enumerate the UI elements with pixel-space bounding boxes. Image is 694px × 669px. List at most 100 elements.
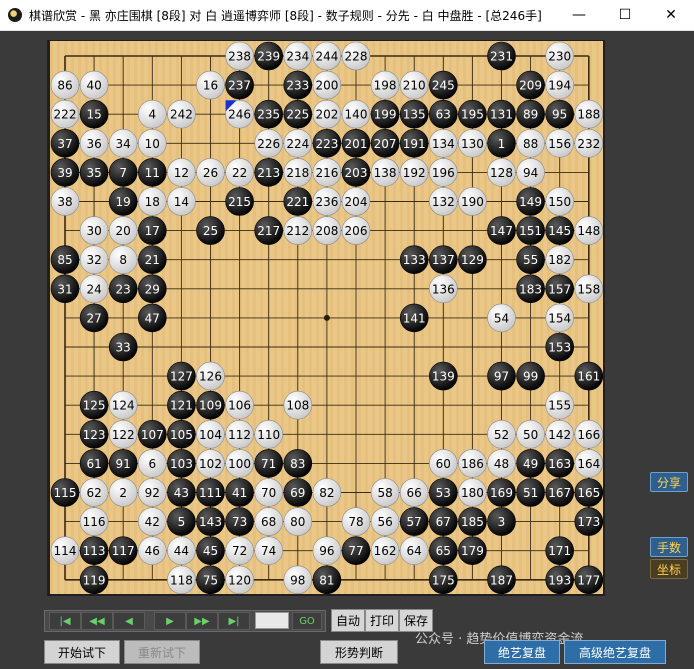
white-stone: 60 <box>428 449 458 478</box>
white-stone: 58 <box>370 478 400 507</box>
move-number-toggle[interactable]: 手数 <box>650 537 688 557</box>
move-number-label: 12 <box>174 166 189 180</box>
move-number-label: 196 <box>432 166 455 180</box>
position-judgment-button[interactable]: 形势判断 <box>320 640 398 664</box>
restart-trial-button[interactable]: 重新试下 <box>124 640 200 664</box>
go-board[interactable]: 238 239 234 244 228 231 230 86 40 16 237 233 200 198 2… <box>50 41 603 594</box>
move-number-label: 171 <box>548 544 571 558</box>
black-stone: 35 <box>79 158 109 187</box>
move-number-label: 110 <box>257 428 280 442</box>
share-button[interactable]: 分享 <box>650 472 688 492</box>
move-number-label: 68 <box>261 515 276 529</box>
back-ten-button[interactable]: ◀◀ <box>81 612 113 630</box>
move-number-label: 118 <box>170 573 193 587</box>
move-number-label: 15 <box>86 108 101 122</box>
maximize-icon[interactable]: ☐ <box>602 0 648 30</box>
move-number-label: 80 <box>290 515 305 529</box>
move-number-label: 165 <box>577 486 600 500</box>
move-number-label: 65 <box>436 544 451 558</box>
black-stone: 75 <box>196 565 225 594</box>
move-number-label: 207 <box>374 137 397 151</box>
black-stone: 163 <box>545 449 575 478</box>
white-stone: 212 <box>283 216 313 245</box>
white-stone: 242 <box>167 99 196 129</box>
next-move-button[interactable]: ▶ <box>154 612 186 630</box>
start-trial-button[interactable]: 开始试下 <box>44 640 120 664</box>
move-number-label: 188 <box>577 108 600 122</box>
last-move-button[interactable]: ▶| <box>218 612 250 630</box>
white-stone: 102 <box>196 449 225 478</box>
white-stone: 74 <box>254 536 283 566</box>
move-number-label: 124 <box>112 399 135 413</box>
move-number-label: 193 <box>548 573 571 587</box>
move-number-label: 29 <box>145 282 160 296</box>
move-number-label: 92 <box>145 486 160 500</box>
black-stone: 83 <box>283 449 313 478</box>
black-stone: 207 <box>370 129 400 158</box>
move-number-label: 158 <box>577 282 600 296</box>
black-stone: 169 <box>487 478 516 507</box>
black-stone: 187 <box>487 565 516 594</box>
black-stone: 147 <box>487 216 516 245</box>
masterpiece-review-button[interactable]: 绝艺复盘 <box>484 640 560 664</box>
white-stone: 148 <box>574 216 603 245</box>
move-number-label: 117 <box>112 544 135 558</box>
white-stone: 130 <box>458 129 487 158</box>
black-stone: 245 <box>428 70 458 100</box>
first-move-button[interactable]: |◀ <box>49 612 81 630</box>
black-stone: 167 <box>545 478 575 507</box>
black-stone: 73 <box>225 507 254 536</box>
move-number-label: 54 <box>494 311 509 325</box>
black-stone: 51 <box>516 478 545 507</box>
black-stone: 195 <box>458 99 487 129</box>
print-button[interactable]: 打印 <box>365 609 399 632</box>
move-number-label: 123 <box>83 428 106 442</box>
move-number-label: 30 <box>86 224 101 238</box>
move-number-label: 32 <box>86 253 101 267</box>
title-bar: 棋谱欣赏 - 黑 亦庄围棋 [8段] 对 白 逍遥博弈师 [8段] - 数子规则… <box>0 0 694 31</box>
white-stone: 154 <box>545 303 575 333</box>
move-number-label: 200 <box>315 79 338 93</box>
previous-move-button[interactable]: ◀ <box>113 612 145 630</box>
minimize-icon[interactable]: — <box>556 0 602 30</box>
forward-ten-button[interactable]: ▶▶ <box>186 612 218 630</box>
move-number-label: 239 <box>257 50 280 64</box>
white-stone: 68 <box>254 507 283 536</box>
board-canvas[interactable]: 238 239 234 244 228 231 23086 40 16 237 233 200 198 2… <box>50 41 603 594</box>
black-stone: 237 <box>225 70 254 100</box>
black-stone: 235 <box>254 99 283 129</box>
move-number-label: 167 <box>548 486 571 500</box>
move-number-label: 50 <box>523 428 538 442</box>
move-number-label: 44 <box>174 544 189 558</box>
move-number-label: 148 <box>577 224 600 238</box>
white-stone: 38 <box>50 187 80 216</box>
move-number-input[interactable] <box>255 612 289 629</box>
white-stone: 100 <box>225 449 254 478</box>
move-number-label: 66 <box>407 486 422 500</box>
coordinates-toggle[interactable]: 坐标 <box>650 559 688 579</box>
move-number-label: 138 <box>374 166 397 180</box>
move-number-label: 45 <box>203 544 218 558</box>
advanced-review-button[interactable]: 高级绝艺复盘 <box>564 640 666 664</box>
close-icon[interactable]: ✕ <box>648 0 694 30</box>
move-number-label: 37 <box>57 137 72 151</box>
white-stone: 36 <box>79 129 109 158</box>
black-stone: 3 <box>487 507 516 536</box>
black-stone: 69 <box>283 478 313 507</box>
move-number-label: 194 <box>548 79 571 93</box>
move-number-label: 222 <box>54 108 77 122</box>
black-stone: 105 <box>167 419 196 449</box>
white-stone: 186 <box>458 449 487 478</box>
move-number-label: 40 <box>86 79 101 93</box>
move-number-label: 195 <box>461 108 484 122</box>
black-stone: 39 <box>50 158 80 187</box>
go-button[interactable]: GO <box>292 612 322 630</box>
auto-play-button[interactable]: 自动 <box>331 609 365 632</box>
white-stone: 96 <box>312 536 342 566</box>
black-stone: 55 <box>516 245 545 274</box>
black-stone: 5 <box>167 507 196 536</box>
move-number-label: 53 <box>436 486 451 500</box>
black-stone: 61 <box>79 449 109 478</box>
move-number-label: 47 <box>145 311 160 325</box>
move-number-label: 116 <box>83 515 106 529</box>
